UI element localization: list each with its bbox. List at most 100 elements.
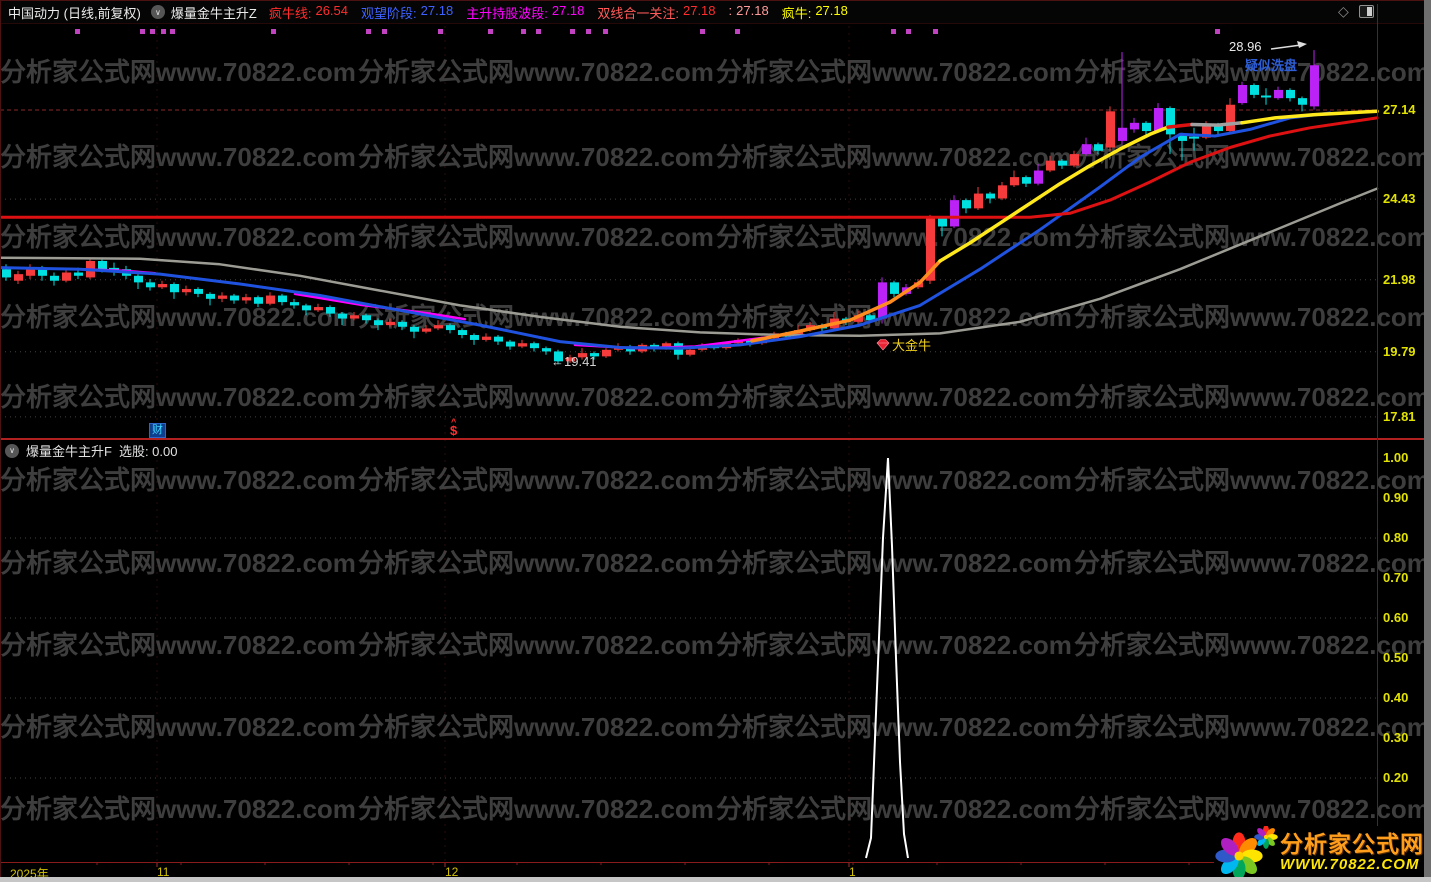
indicator-values: 疯牛线: 26.54 观望阶段: 27.18 主升持股波段: 27.18 双线合一关注: 27… [269,3,848,22]
pinwheel-logo-icon [1215,826,1278,878]
y-axis-border [1377,4,1378,862]
signal-dot [570,29,575,34]
candle-body [410,326,419,332]
sub-value-label: 0.50 [1383,650,1409,665]
candle-body [530,343,539,349]
sub-panel-header: ∨ 爆量金牛主升F 选股: 0.00 [5,441,177,460]
sub-value-label: 0.60 [1383,610,1409,625]
window-left-border [0,0,1,877]
logo-site-name: 分析家公式网 [1280,830,1424,857]
signal-dot [700,29,705,34]
signal-dot [140,29,145,34]
candle-body [194,288,203,294]
panel-divider[interactable] [0,438,1424,440]
candle-body [878,282,887,319]
signal-dot [521,29,526,34]
signal-dot [735,29,740,34]
sub-value-label: 0.90 [1383,490,1409,505]
gold-bull-annotation: 大金牛 [876,335,931,354]
candle-body [98,260,107,270]
signal-dot [271,29,276,34]
candle-body [1118,127,1127,141]
candle-body [326,307,335,314]
signal-dot [161,29,166,34]
candle-body [1286,89,1295,99]
candle-body [158,284,167,288]
candle-body [1274,89,1283,99]
sub-value-label: 0.70 [1383,570,1409,585]
candle-body [1130,122,1139,130]
candle-body [350,315,359,319]
signal-dot [906,29,911,34]
candle-body [1106,111,1115,148]
candle-body [686,349,695,355]
signal-dot [1215,29,1220,34]
price-low-annotation: ←19.41 [551,354,597,369]
candle-body [74,272,83,276]
dividend-marker[interactable]: ^ $ [450,418,457,438]
sub-value-label: 0.40 [1383,690,1409,705]
high-annotation-arrow [1270,44,1302,50]
indicator-field-label: 疯牛: [781,5,812,21]
signal-dot [75,29,80,34]
candle-body [242,297,251,301]
chevron-down-icon[interactable]: ∨ [150,5,165,19]
vertical-scrollbar[interactable] [1424,0,1431,877]
high-annotation-arrowhead [1297,41,1307,48]
main-price-label: 27.14 [1383,102,1416,117]
logo-site-url: WWW.70822.COM [1280,855,1420,873]
candle-body [1058,160,1067,166]
candle-body [302,305,311,311]
site-logo: 分析家公式网 WWW.70822.COM [1214,826,1428,878]
signal-dot [170,29,175,34]
candle-body [170,284,179,293]
trend-gray-line [1190,121,1244,127]
candle-body [26,269,35,276]
candle-body [494,336,503,342]
candle-body [1226,104,1235,132]
candle-body [950,200,959,227]
main-price-label: 17.81 [1383,408,1416,424]
candle-body [1310,65,1319,107]
x-axis-border [0,862,1424,863]
candle-body [470,335,479,340]
indicator-field-value: 26.54 [315,2,349,18]
candle-body [1082,144,1091,155]
candle-body [278,295,287,303]
chevron-down-icon[interactable]: ∨ [5,443,19,458]
candle-body [218,295,227,299]
candle-body [266,295,275,304]
stock-title[interactable]: 中国动力 (日线,前复权) [8,3,141,22]
diamond-icon[interactable]: ◇ [1338,4,1349,18]
candle-body [1022,177,1031,184]
signal-dot [586,29,591,34]
main-price-label: 24.43 [1383,191,1416,207]
candle-body [14,274,23,281]
signal-dot [150,29,155,34]
indicator-field-value: 27.18 [736,2,769,18]
candle-body [602,349,611,357]
candle-body [542,348,551,352]
indicator-name[interactable]: 爆量金牛主升Z [171,3,257,22]
indicator-field: 主升持股波段: 27.18 [466,3,584,22]
indicator-field-label: 观望阶段: [361,5,417,21]
candle-body [482,336,491,340]
candle-body [182,288,191,293]
indicator-field-value: 27.18 [682,2,716,18]
chart-canvas[interactable] [0,0,1431,882]
candle-body [1298,98,1307,105]
candle-body [230,295,239,301]
candle-body [446,325,455,331]
indicator-field: :27.18 [729,3,769,22]
signal-dot [603,29,608,34]
candle-body [1154,108,1163,132]
candle-body [938,218,947,227]
indicator-field: 观望阶段: 27.18 [361,3,453,22]
signal-dot [488,29,493,34]
panel-layout-icon[interactable] [1358,4,1374,18]
horizontal-scrollbar[interactable] [0,877,1431,882]
finance-report-marker[interactable]: 财 [149,423,166,438]
sub-indicator-name[interactable]: 爆量金牛主升F [26,441,112,460]
candle-body [2,269,11,278]
candle-body [398,321,407,327]
